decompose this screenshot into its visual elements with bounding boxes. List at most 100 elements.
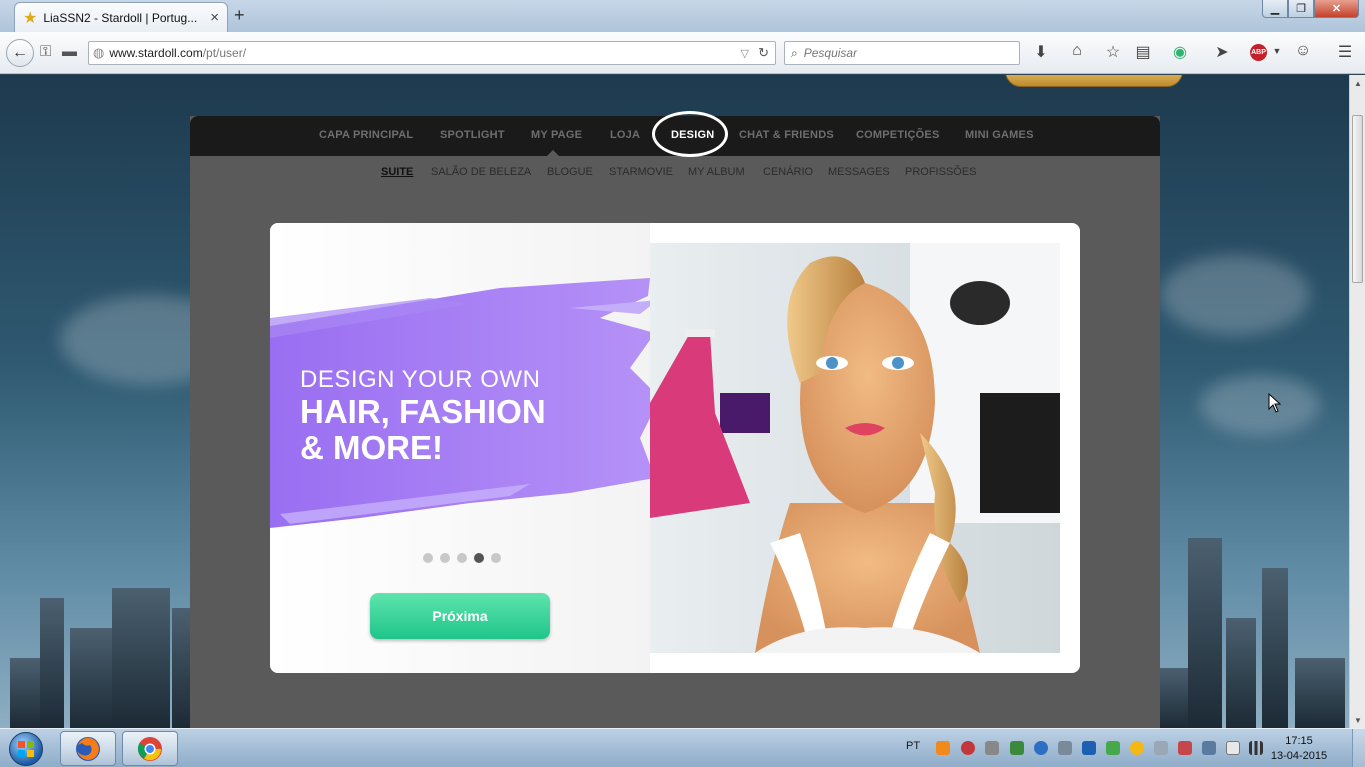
taskbar-firefox[interactable] [60, 731, 116, 766]
nav-chat-friends[interactable]: CHAT & FRIENDS [739, 129, 834, 141]
subnav-cenario[interactable]: CENÁRIO [763, 166, 813, 178]
green-extension-icon[interactable]: ◉ [1169, 42, 1191, 62]
headline-line1: DESIGN YOUR OWN [300, 366, 541, 393]
nav-mini-games[interactable]: MINI GAMES [965, 129, 1034, 141]
menu-hamburger-icon[interactable]: ☰ [1334, 42, 1356, 62]
home-icon[interactable]: ⌂ [1066, 42, 1088, 60]
search-icon: ⌕ [791, 45, 798, 60]
tray-sync-icon[interactable] [1106, 741, 1120, 755]
minimize-icon[interactable]: ▁ [1262, 0, 1288, 18]
headline-line3: & MORE! [300, 429, 443, 466]
close-window-icon[interactable]: ✕ [1314, 0, 1359, 18]
tray-yellow-app-icon[interactable] [1130, 741, 1144, 755]
globe-icon: ◍ [93, 45, 105, 60]
search-input[interactable]: ⌕ Pesquisar [784, 41, 1020, 65]
windows-taskbar: PT 17:15 13-04-2015 [0, 728, 1365, 767]
main-nav: CAPA PRINCIPAL SPOTLIGHT MY PAGE LOJA DE… [190, 111, 1160, 157]
taskbar-clock[interactable]: 17:15 13-04-2015 [1266, 734, 1332, 764]
slide-dot-3[interactable] [457, 553, 467, 563]
tray-network-red-icon[interactable] [961, 741, 975, 755]
maximize-icon[interactable]: ❐ [1288, 0, 1314, 18]
volume-icon[interactable] [985, 741, 999, 755]
firefox-icon [76, 736, 100, 761]
browser-toolbar: ← ⚿ ▬ ◍ www.stardoll.com/pt/user/ ▽ ↻ ⌕ … [0, 32, 1365, 74]
tray-monitor-icon[interactable] [1202, 741, 1216, 755]
skyline-building [1226, 618, 1256, 728]
adblock-icon[interactable]: ABP [1250, 44, 1267, 61]
url-path: /pt/user/ [202, 46, 247, 60]
show-desktop-button[interactable] [1352, 729, 1365, 767]
background-cloud [1160, 255, 1310, 335]
skyline-building [40, 598, 64, 728]
nav-my-page[interactable]: MY PAGE [531, 129, 582, 141]
subnav-messages[interactable]: MESSAGES [828, 166, 890, 178]
clock-date: 13-04-2015 [1270, 750, 1328, 762]
identity-box-icon[interactable]: ▬ [62, 43, 77, 60]
subnav-salao-de-beleza[interactable]: SALÃO DE BELEZA [431, 166, 531, 178]
chat-smiley-icon[interactable]: ☺ [1292, 42, 1314, 60]
subnav-my-album[interactable]: MY ALBUM [688, 166, 745, 178]
clock-time: 17:15 [1285, 735, 1313, 747]
signal-bars-icon[interactable] [1249, 741, 1263, 755]
bookmark-star-icon[interactable]: ☆ [1102, 42, 1124, 62]
mouse-cursor-icon [1268, 393, 1282, 413]
search-placeholder: Pesquisar [803, 46, 858, 60]
tray-blue-app-icon[interactable] [1034, 741, 1048, 755]
nav-competicoes[interactable]: COMPETIÇÕES [856, 129, 940, 141]
headline-line2: HAIR, FASHION [300, 393, 546, 430]
tray-orange-app-icon[interactable] [936, 741, 950, 755]
back-arrow-icon[interactable]: ← [6, 39, 34, 67]
scroll-up-icon[interactable]: ▲ [1350, 75, 1365, 91]
nav-loja[interactable]: LOJA [610, 129, 640, 141]
tab-title: LiaSSN2 - Stardoll | Portug... [43, 10, 198, 25]
promo-text-panel: DESIGN YOUR OWN HAIR, FASHION & MORE! Pr… [270, 223, 660, 673]
slide-dot-4[interactable] [474, 553, 484, 563]
adblock-dropdown-icon[interactable]: ▼ [1266, 46, 1288, 56]
key-icon[interactable]: ⚿ [40, 43, 51, 60]
scroll-thumb[interactable] [1352, 115, 1363, 283]
taskbar-chrome[interactable] [122, 731, 178, 766]
page-viewport: CAPA PRINCIPAL SPOTLIGHT MY PAGE LOJA DE… [0, 75, 1349, 728]
sub-nav: SUITE SALÃO DE BELEZA BLOGUE STARMOVIE M… [190, 156, 1160, 188]
tray-nvidia-icon[interactable] [1010, 741, 1024, 755]
download-icon[interactable]: ⬇ [1030, 42, 1052, 62]
subnav-blogue[interactable]: BLOGUE [547, 166, 593, 178]
close-tab-icon[interactable]: × [210, 9, 219, 26]
url-dropdown-icon[interactable]: ▽ [741, 47, 749, 60]
nav-design[interactable]: DESIGN [671, 129, 714, 141]
url-bar[interactable]: ◍ www.stardoll.com/pt/user/ ▽ ↻ [88, 41, 776, 65]
slide-dot-2[interactable] [440, 553, 450, 563]
skyline-building [112, 588, 170, 728]
bluetooth-icon[interactable] [1082, 741, 1096, 755]
skyline-building [1262, 568, 1288, 728]
tray-speaker-icon[interactable] [1154, 741, 1168, 755]
tray-flag-icon[interactable] [1178, 741, 1192, 755]
new-tab-icon[interactable]: + [234, 5, 245, 26]
browser-tab[interactable]: ★ LiaSSN2 - Stardoll | Portug... × [14, 2, 228, 32]
language-indicator[interactable]: PT [906, 740, 920, 752]
tray-usb-icon[interactable] [1226, 741, 1240, 755]
subnav-profissoes[interactable]: PROFISSÕES [905, 166, 977, 178]
doll-salon-illustration [650, 243, 1060, 653]
slide-dot-1[interactable] [423, 553, 433, 563]
slide-dot-5[interactable] [491, 553, 501, 563]
reading-list-icon[interactable]: ▤ [1132, 42, 1154, 62]
nav-capa-principal[interactable]: CAPA PRINCIPAL [319, 129, 413, 141]
url-host: www.stardoll.com [109, 46, 203, 60]
send-icon[interactable]: ➤ [1211, 42, 1233, 62]
subnav-starmovie[interactable]: STARMOVIE [609, 166, 673, 178]
scroll-down-icon[interactable]: ▼ [1350, 712, 1365, 728]
start-button[interactable] [5, 729, 47, 767]
skyline-building [1188, 538, 1222, 728]
chrome-icon [137, 736, 162, 761]
tray-device-icon[interactable] [1058, 741, 1072, 755]
skyline-building [1295, 658, 1345, 728]
reload-icon[interactable]: ↻ [758, 45, 769, 61]
slide-dots [423, 553, 501, 563]
page-scrollbar[interactable]: ▲ ▼ [1349, 75, 1365, 728]
stardoll-star-icon: ★ [23, 9, 38, 27]
next-button[interactable]: Próxima [370, 593, 550, 639]
promo-headline: DESIGN YOUR OWN HAIR, FASHION & MORE! [300, 366, 546, 466]
subnav-suite[interactable]: SUITE [381, 166, 413, 178]
nav-spotlight[interactable]: SPOTLIGHT [440, 129, 505, 141]
